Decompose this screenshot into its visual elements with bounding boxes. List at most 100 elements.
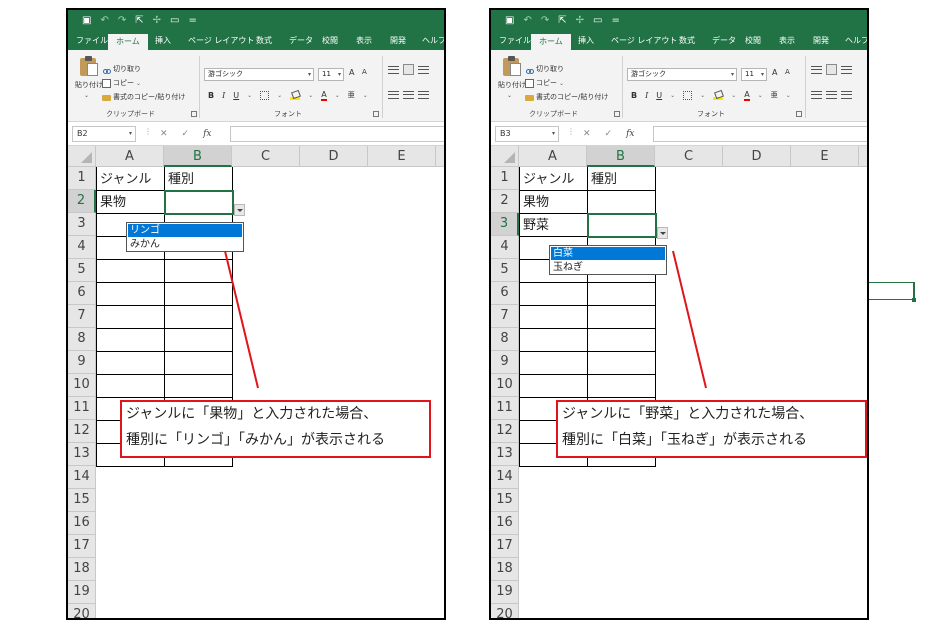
cell-a3[interactable]: 野菜 (520, 214, 587, 237)
fill-color-icon[interactable] (290, 91, 301, 100)
name-box[interactable]: B2 ▾ (72, 126, 136, 142)
clipboard-launcher-icon[interactable] (191, 111, 197, 117)
tab-review[interactable]: 校閲 (322, 32, 338, 50)
tab-page-layout[interactable]: ページ レイアウト (188, 32, 254, 50)
paste-label[interactable]: 貼り付け (75, 80, 103, 90)
row-header[interactable]: 5 (491, 259, 519, 282)
column-header-a[interactable]: A (96, 146, 164, 167)
align-top-icon[interactable] (388, 66, 399, 74)
grow-font-icon[interactable]: A (772, 68, 777, 77)
row-header[interactable]: 7 (491, 305, 519, 328)
paste-dropdown-icon[interactable]: ⌄ (507, 92, 512, 99)
bold-button[interactable]: B (631, 91, 637, 100)
row-header[interactable]: 18 (491, 558, 519, 581)
align-center-icon[interactable] (826, 91, 837, 99)
underline-button[interactable]: U (233, 91, 239, 100)
row-header[interactable]: 13 (491, 443, 519, 466)
row-header[interactable]: 11 (491, 397, 519, 420)
paste-icon[interactable] (80, 56, 98, 76)
tab-file[interactable]: ファイル (76, 32, 108, 50)
row-header[interactable]: 14 (491, 466, 519, 489)
tab-formulas[interactable]: 数式 (679, 32, 695, 50)
column-header-e[interactable]: E (791, 146, 859, 167)
row-header[interactable]: 7 (68, 305, 96, 328)
paste-icon[interactable] (503, 56, 521, 76)
row-header[interactable]: 19 (491, 581, 519, 604)
row-header[interactable]: 11 (68, 397, 96, 420)
row-header[interactable]: 17 (491, 535, 519, 558)
row-header[interactable]: 15 (491, 489, 519, 512)
align-bottom-icon[interactable] (841, 66, 852, 74)
row-header[interactable]: 17 (68, 535, 96, 558)
row-header[interactable]: 8 (68, 328, 96, 351)
row-header[interactable]: 9 (491, 351, 519, 374)
formula-input[interactable] (653, 126, 867, 142)
align-right-icon[interactable] (841, 91, 852, 99)
select-all-button[interactable] (491, 146, 519, 167)
align-right-icon[interactable] (418, 91, 429, 99)
column-header-b[interactable]: B (164, 146, 232, 167)
confirm-entry-icon[interactable]: ✓ (182, 129, 190, 139)
column-header-b[interactable]: B (587, 146, 655, 167)
row-header[interactable]: 2 (68, 190, 96, 213)
cut-button[interactable]: 切り取り (102, 64, 141, 75)
align-middle-icon[interactable] (403, 64, 414, 75)
row-header[interactable]: 12 (68, 420, 96, 443)
tab-help[interactable]: ヘルプ (845, 32, 867, 50)
phonetic-guide-icon[interactable]: 亜 (771, 90, 778, 100)
row-header[interactable]: 14 (68, 466, 96, 489)
cell-b1[interactable]: 種別 (588, 168, 655, 191)
row-header[interactable]: 20 (68, 604, 96, 618)
cell-a1[interactable]: ジャンル (520, 168, 587, 191)
row-header[interactable]: 3 (68, 213, 96, 236)
pin-icon[interactable]: ✢ (153, 14, 161, 28)
tab-view[interactable]: 表示 (779, 32, 795, 50)
format-painter-button[interactable]: 書式のコピー/貼り付け (102, 92, 185, 103)
tab-view[interactable]: 表示 (356, 32, 372, 50)
tab-file[interactable]: ファイル (499, 32, 531, 50)
italic-button[interactable]: I (222, 91, 225, 100)
customize-qat-icon[interactable]: = (611, 14, 619, 28)
tab-insert[interactable]: 挿入 (155, 32, 171, 50)
font-name-select[interactable]: 游ゴシック ▾ (627, 68, 737, 81)
cell-b1[interactable]: 種別 (165, 168, 232, 191)
dropdown-option-1[interactable]: 白菜 (551, 247, 665, 260)
row-header[interactable]: 18 (68, 558, 96, 581)
tab-help[interactable]: ヘルプ (422, 32, 444, 50)
redo-icon[interactable]: ↷ (541, 14, 549, 28)
undo-icon[interactable]: ↶ (100, 14, 108, 28)
row-header[interactable]: 10 (68, 374, 96, 397)
customize-qat-icon[interactable]: = (188, 14, 196, 28)
clipboard-launcher-icon[interactable] (614, 111, 620, 117)
row-header[interactable]: 6 (68, 282, 96, 305)
font-name-select[interactable]: 游ゴシック ▾ (204, 68, 314, 81)
worksheet-grid[interactable]: A B C D E 1 2 3 4 5 6 7 8 9 10 11 12 13 … (68, 146, 444, 618)
pin-icon[interactable]: ✢ (576, 14, 584, 28)
row-header[interactable]: 1 (68, 167, 96, 190)
column-header-c[interactable]: C (232, 146, 300, 167)
align-left-icon[interactable] (811, 91, 822, 99)
tab-developer[interactable]: 開発 (390, 32, 406, 50)
row-header[interactable]: 16 (491, 512, 519, 535)
tab-page-layout[interactable]: ページ レイアウト (611, 32, 677, 50)
tab-developer[interactable]: 開発 (813, 32, 829, 50)
font-color-button[interactable]: A (744, 90, 750, 101)
dropdown-option-2[interactable]: 玉ねぎ (551, 261, 665, 274)
redo-icon[interactable]: ↷ (118, 14, 126, 28)
font-color-button[interactable]: A (321, 90, 327, 101)
row-header[interactable]: 4 (491, 236, 519, 259)
row-header[interactable]: 16 (68, 512, 96, 535)
row-header[interactable]: 4 (68, 236, 96, 259)
column-header-c[interactable]: C (655, 146, 723, 167)
cell-a1[interactable]: ジャンル (97, 168, 164, 191)
paste-dropdown-icon[interactable]: ⌄ (84, 92, 89, 99)
undo-icon[interactable]: ↶ (523, 14, 531, 28)
row-header[interactable]: 15 (68, 489, 96, 512)
align-left-icon[interactable] (388, 91, 399, 99)
tab-data[interactable]: データ (289, 32, 313, 50)
column-header-d[interactable]: D (723, 146, 791, 167)
formula-input[interactable] (230, 126, 444, 142)
cut-button[interactable]: 切り取り (525, 64, 564, 75)
row-header[interactable]: 6 (491, 282, 519, 305)
insert-function-icon[interactable]: fx (203, 129, 211, 139)
